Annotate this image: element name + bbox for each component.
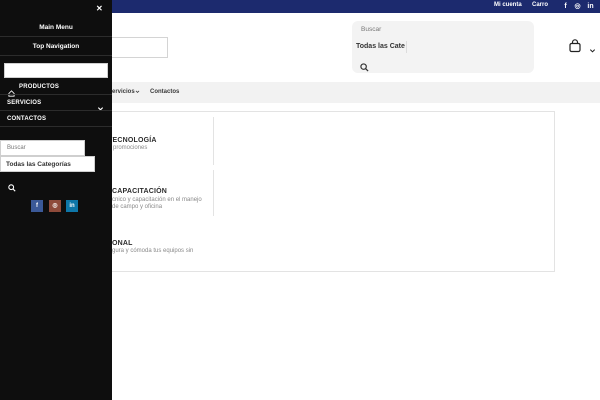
panel-divider — [213, 117, 214, 165]
drawer-divider — [0, 36, 112, 37]
drawer-item-productos[interactable]: PRODUCTOS — [19, 84, 59, 90]
logo-area[interactable] — [108, 37, 168, 58]
drawer-search-placeholder: Buscar — [7, 145, 26, 151]
drawer-top-input[interactable] — [4, 63, 108, 78]
drawer-search-input[interactable]: Buscar — [0, 140, 85, 156]
nav-item-contactos[interactable]: Contactos — [150, 89, 179, 95]
cart-link[interactable]: Carro — [532, 2, 548, 8]
drawer-item-servicios[interactable]: SERVICIOS — [7, 100, 41, 106]
drawer-divider — [0, 126, 112, 127]
header-search-input[interactable]: Buscar — [361, 26, 381, 33]
chevron-down-icon[interactable] — [97, 99, 104, 117]
instagram-icon[interactable]: ◎ — [573, 2, 582, 11]
mobile-menu-drawer: ✕ Main Menu Top Navigation PRODUCTOS SER… — [0, 0, 112, 400]
chevron-down-icon — [135, 89, 140, 96]
drawer-divider — [0, 94, 112, 95]
search-icon[interactable] — [360, 59, 369, 77]
facebook-icon[interactable]: f — [31, 200, 43, 212]
close-icon[interactable]: ✕ — [96, 4, 103, 13]
service-title-third[interactable]: ONAL — [112, 240, 133, 247]
service-desc: de campo y oficina — [112, 204, 163, 210]
drawer-category-label: Todas las Categorías — [6, 161, 71, 168]
drawer-category-select[interactable]: Todas las Categorías — [0, 156, 95, 172]
chevron-down-icon[interactable] — [589, 41, 596, 59]
service-title-capacitacion[interactable]: CAPACITACIÓN — [112, 188, 167, 195]
header-category-select[interactable]: Todas las Cate — [356, 43, 405, 50]
panel-divider — [213, 170, 214, 216]
linkedin-icon[interactable]: in — [586, 2, 595, 11]
search-separator — [406, 41, 407, 53]
nav-item-servicios[interactable]: ervicios — [112, 89, 135, 95]
header-search-box: Buscar Todas las Cate — [352, 21, 534, 73]
drawer-item-contactos[interactable]: CONTACTOS — [7, 116, 46, 122]
drawer-main-menu-title[interactable]: Main Menu — [0, 24, 112, 31]
instagram-icon[interactable]: ◎ — [49, 200, 61, 212]
service-desc: cnico y capacitación en el manejo — [112, 197, 202, 203]
cart-bag-icon[interactable] — [568, 39, 582, 58]
service-desc: gura y cómoda tus equipos sin — [112, 248, 194, 254]
linkedin-icon[interactable]: in — [66, 200, 78, 212]
service-title-tecnologia[interactable]: TECNOLOGÍA — [108, 137, 157, 144]
page: Mi cuenta Carro f ◎ in Buscar Todas las … — [0, 0, 600, 400]
drawer-top-navigation-title[interactable]: Top Navigation — [0, 43, 112, 50]
drawer-divider — [0, 110, 112, 111]
my-account-link[interactable]: Mi cuenta — [494, 2, 522, 8]
service-desc: e promociones — [108, 145, 148, 151]
search-icon[interactable] — [8, 179, 16, 197]
drawer-divider — [0, 55, 112, 56]
facebook-icon[interactable]: f — [561, 2, 570, 11]
